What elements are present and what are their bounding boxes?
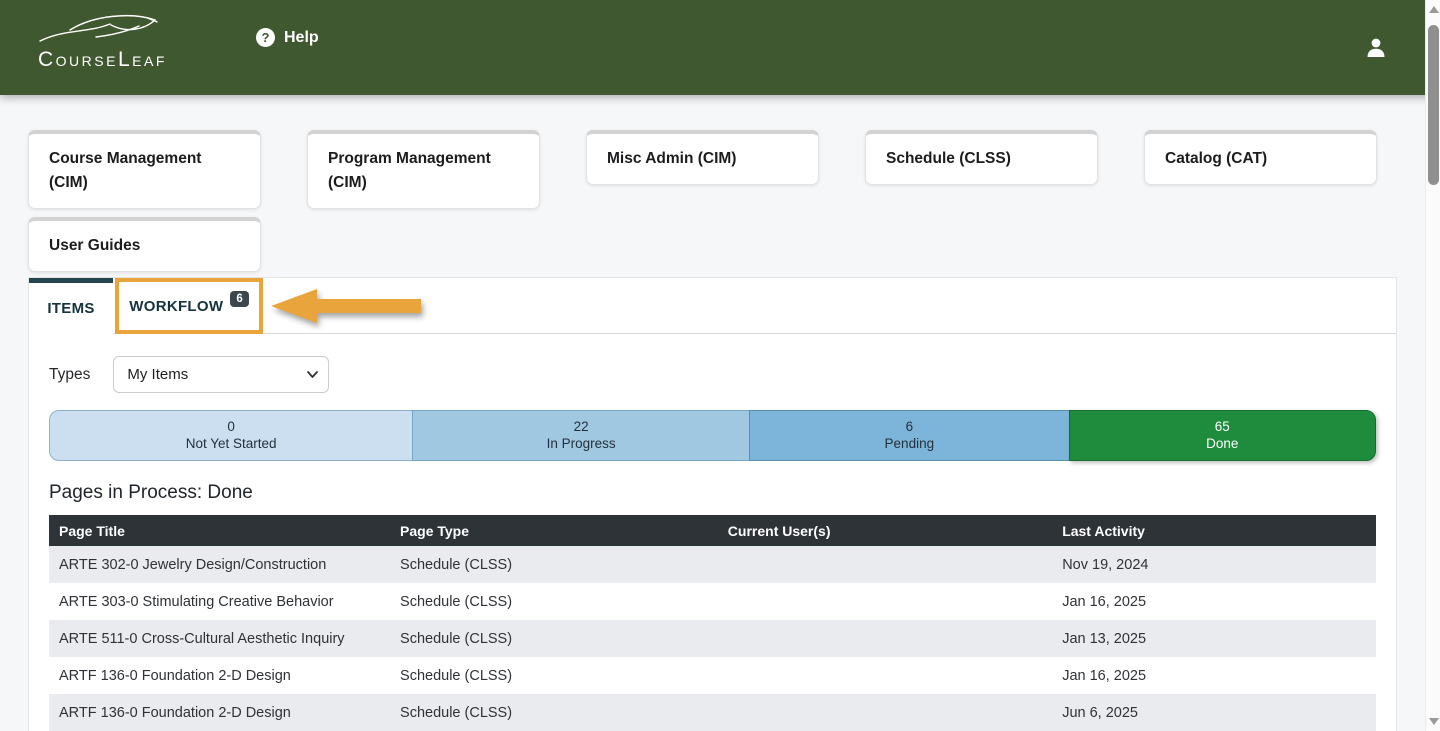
tab-bar: ITEMS WORKFLOW 6 — [29, 278, 1396, 334]
table-header-row: Page Title Page Type Current User(s) Las… — [49, 515, 1376, 546]
workflow-label: WORKFLOW — [129, 298, 223, 315]
segment-count: 0 — [227, 419, 235, 436]
tab-workflow[interactable]: WORKFLOW 6 — [129, 298, 248, 315]
scroll-up-arrow-icon[interactable] — [1429, 6, 1439, 13]
cell-current-users — [718, 583, 1052, 620]
cell-last-activity: Jun 6, 2025 — [1052, 694, 1376, 731]
cell-page-type: Schedule (CLSS) — [390, 546, 718, 583]
column-last-activity: Last Activity — [1052, 515, 1376, 546]
card-misc-admin[interactable]: Misc Admin (CIM) — [586, 130, 819, 185]
courseleaf-logo[interactable]: COURSELEAF — [38, 10, 168, 82]
types-label: Types — [49, 366, 90, 384]
person-icon — [1362, 34, 1390, 62]
column-page-type: Page Type — [390, 515, 718, 546]
table-row[interactable]: ARTE 511-0 Cross-Cultural Aesthetic Inqu… — [49, 620, 1376, 657]
help-button[interactable]: ? Help — [256, 28, 319, 47]
segment-label: Pending — [885, 436, 935, 453]
tab-items[interactable]: ITEMS — [29, 278, 113, 334]
segment-count: 65 — [1215, 419, 1230, 436]
types-select-wrap: My Items — [113, 356, 329, 393]
cell-current-users — [718, 694, 1052, 731]
cell-current-users — [718, 657, 1052, 694]
cell-page-type: Schedule (CLSS) — [390, 620, 718, 657]
card-catalog-cat[interactable]: Catalog (CAT) — [1144, 130, 1377, 185]
segment-label: Done — [1206, 436, 1238, 453]
card-user-guides[interactable]: User Guides — [28, 217, 261, 272]
status-segment-pending[interactable]: 6 Pending — [749, 410, 1070, 461]
leaf-swoosh-icon — [38, 12, 164, 46]
column-current-users: Current User(s) — [718, 515, 1052, 546]
cell-page-type: Schedule (CLSS) — [390, 694, 718, 731]
help-label: Help — [284, 29, 319, 47]
types-select[interactable]: My Items — [113, 356, 329, 393]
cell-last-activity: Nov 19, 2024 — [1052, 546, 1376, 583]
table-row[interactable]: ARTF 136-0 Foundation 2-D Design Schedul… — [49, 657, 1376, 694]
status-segment-not-yet-started[interactable]: 0 Not Yet Started — [49, 410, 413, 461]
cell-page-type: Schedule (CLSS) — [390, 657, 718, 694]
cell-page-title: ARTE 303-0 Stimulating Creative Behavior — [49, 583, 390, 620]
annotation-arrow-icon — [271, 286, 423, 326]
cell-page-title: ARTE 511-0 Cross-Cultural Aesthetic Inqu… — [49, 620, 390, 657]
cell-page-title: ARTF 136-0 Foundation 2-D Design — [49, 657, 390, 694]
card-program-management[interactable]: Program Management (CIM) — [307, 130, 540, 209]
cell-current-users — [718, 546, 1052, 583]
scrollbar-thumb[interactable] — [1428, 25, 1439, 185]
card-course-management[interactable]: Course Management (CIM) — [28, 130, 261, 209]
types-filter-row: Types My Items — [49, 356, 1376, 393]
segment-label: Not Yet Started — [186, 436, 277, 453]
pages-table: Page Title Page Type Current User(s) Las… — [49, 515, 1376, 731]
module-card-grid: Course Management (CIM) Program Manageme… — [28, 130, 1397, 272]
cell-page-title: ARTE 302-0 Jewelry Design/Construction — [49, 546, 390, 583]
user-account-button[interactable] — [1362, 34, 1390, 62]
table-row[interactable]: ARTE 303-0 Stimulating Creative Behavior… — [49, 583, 1376, 620]
card-schedule-clss[interactable]: Schedule (CLSS) — [865, 130, 1098, 185]
scroll-down-arrow-icon[interactable] — [1429, 718, 1439, 725]
column-page-title: Page Title — [49, 515, 390, 546]
status-segment-done[interactable]: 65 Done — [1069, 410, 1376, 461]
workflow-status-bar: 0 Not Yet Started 22 In Progress 6 Pendi… — [49, 410, 1376, 461]
table-row[interactable]: ARTF 136-0 Foundation 2-D Design Schedul… — [49, 694, 1376, 731]
segment-count: 6 — [906, 419, 914, 436]
brand-wordmark: COURSELEAF — [38, 48, 167, 72]
panel-content: Types My Items 0 Not Yet Started 22 In P… — [29, 334, 1396, 731]
segment-label: In Progress — [547, 436, 616, 453]
status-segment-in-progress[interactable]: 22 In Progress — [412, 410, 750, 461]
cell-last-activity: Jan 16, 2025 — [1052, 583, 1376, 620]
cell-last-activity: Jan 16, 2025 — [1052, 657, 1376, 694]
segment-count: 22 — [574, 419, 589, 436]
app-header: COURSELEAF ? Help — [0, 0, 1440, 95]
question-mark-icon: ? — [256, 28, 275, 47]
pages-in-process-heading: Pages in Process: Done — [49, 482, 1376, 504]
vertical-scrollbar[interactable] — [1425, 0, 1440, 731]
cell-page-title: ARTF 136-0 Foundation 2-D Design — [49, 694, 390, 731]
cell-page-type: Schedule (CLSS) — [390, 583, 718, 620]
dashboard-panel: ITEMS WORKFLOW 6 Types My Items — [28, 277, 1397, 731]
cell-last-activity: Jan 13, 2025 — [1052, 620, 1376, 657]
table-row[interactable]: ARTE 302-0 Jewelry Design/Construction S… — [49, 546, 1376, 583]
workflow-count-badge: 6 — [230, 291, 248, 307]
workflow-highlight-box: WORKFLOW 6 — [115, 278, 263, 334]
cell-current-users — [718, 620, 1052, 657]
